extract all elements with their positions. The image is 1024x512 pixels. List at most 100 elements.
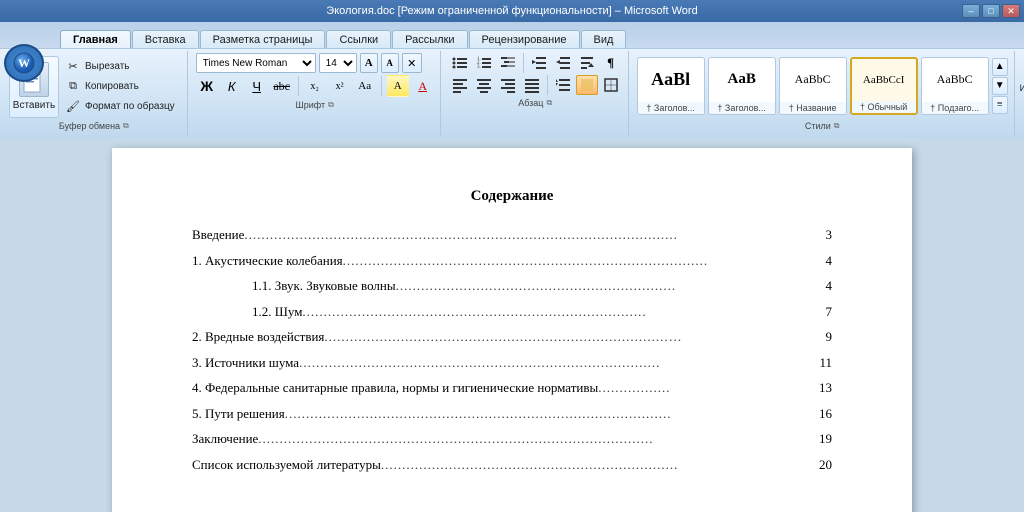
copy-button[interactable]: ⧉ Копировать xyxy=(61,78,179,96)
align-center-button[interactable] xyxy=(473,75,495,95)
font-size-select[interactable]: 14 xyxy=(319,53,357,73)
style-heading2[interactable]: AaB † Заголов... xyxy=(708,57,776,115)
line-spacing-button[interactable] xyxy=(552,75,574,95)
font-name-select[interactable]: Times New Roman xyxy=(196,53,316,73)
shading-button[interactable] xyxy=(576,75,598,95)
tab-view[interactable]: Вид xyxy=(581,30,627,48)
styles-scroll-down[interactable]: ▼ xyxy=(992,77,1008,95)
toc-entry-dots: ........................................… xyxy=(343,251,826,271)
font-grow-button[interactable]: A xyxy=(360,53,378,73)
subscript-button[interactable]: x₂ xyxy=(304,75,326,97)
styles-label: Стили ⧉ xyxy=(637,120,1008,134)
maximize-button[interactable]: □ xyxy=(982,4,1000,18)
toc-entry-page: 13 xyxy=(819,378,832,398)
toc-entry-text: 3. Источники шума xyxy=(192,353,299,373)
style-subtitle-preview: AaBbC xyxy=(935,58,975,102)
toc-entry-text: 2. Вредные воздействия xyxy=(192,327,324,347)
toc-entry-page: 4 xyxy=(826,276,833,296)
toc-entry-text: Заключение xyxy=(192,429,258,449)
clear-format-button[interactable]: ✕ xyxy=(402,53,422,73)
multilevel-list-button[interactable] xyxy=(497,53,519,73)
paragraph-section: 1.2.3. ¶ xyxy=(443,51,629,136)
font-case-button[interactable]: Aa xyxy=(354,75,376,97)
style-heading2-preview: AaB xyxy=(726,58,758,102)
numbering-button[interactable]: 1.2.3. xyxy=(473,53,495,73)
tab-mailing[interactable]: Рассылки xyxy=(392,30,467,48)
toc-entry-text: Введение xyxy=(192,225,244,245)
increase-indent-button[interactable] xyxy=(552,53,574,73)
styles-expand-icon[interactable]: ⧉ xyxy=(834,121,840,131)
paste-label: Вставить xyxy=(13,100,55,111)
tab-home[interactable]: Главная xyxy=(60,30,131,48)
styles-scroll-up[interactable]: ▲ xyxy=(992,58,1008,76)
font-shrink-button[interactable]: A xyxy=(381,53,399,73)
bullets-button[interactable] xyxy=(449,53,471,73)
format-painter-button[interactable]: 🖌 Формат по образцу xyxy=(61,98,179,116)
style-normal-preview: AaBbCcI xyxy=(861,59,907,101)
office-button[interactable]: W xyxy=(4,44,44,82)
para-align-row xyxy=(449,75,622,95)
decrease-indent-button[interactable] xyxy=(528,53,550,73)
paragraph-expand-icon[interactable]: ⧉ xyxy=(546,98,552,108)
font-divider2 xyxy=(381,76,382,96)
font-expand-icon[interactable]: ⧉ xyxy=(328,100,334,110)
borders-button[interactable] xyxy=(600,75,622,95)
toc-entry: 2. Вредные воздействия..................… xyxy=(192,327,832,347)
styles-scroll-more[interactable]: ≡ xyxy=(992,96,1008,114)
toc-entry-text: 1.2. Шум xyxy=(252,302,302,322)
tab-insert[interactable]: Вставка xyxy=(132,30,199,48)
style-subtitle[interactable]: AaBbC † Подзаго... xyxy=(921,57,989,115)
highlight-button[interactable]: A xyxy=(387,75,409,97)
style-heading1-preview: AaBl xyxy=(649,58,692,102)
toc-entry: Заключение..............................… xyxy=(192,429,832,449)
toc-entry-page: 3 xyxy=(826,225,833,245)
toc-entry-dots: ........................................… xyxy=(396,276,826,296)
tab-refs[interactable]: Ссылки xyxy=(326,30,391,48)
toc-entry-dots: ........................................… xyxy=(381,455,819,475)
clipboard-expand-icon[interactable]: ⧉ xyxy=(123,121,129,131)
styles-scroll-controls: ▲ ▼ ≡ xyxy=(992,58,1008,114)
styles-section: AaBl † Заголов... AaB † Заголов... AaBbC… xyxy=(631,51,1015,136)
tab-layout[interactable]: Разметка страницы xyxy=(200,30,326,48)
underline-button[interactable]: Ч xyxy=(246,75,268,97)
toc-entry: Введение................................… xyxy=(192,225,832,245)
clipboard-small-buttons: ✂ Вырезать ⧉ Копировать 🖌 Формат по обра… xyxy=(61,58,179,116)
document-area: Содержание Введение.....................… xyxy=(0,138,1024,512)
bold-button[interactable]: Ж xyxy=(196,75,218,97)
format-painter-icon: 🖌 xyxy=(65,99,81,115)
style-title-label: † Название xyxy=(780,102,846,114)
close-button[interactable]: ✕ xyxy=(1002,4,1020,18)
para-divider2 xyxy=(547,75,548,95)
title-bar: Экология.doc [Режим ограниченной функцио… xyxy=(0,0,1024,22)
cut-button[interactable]: ✂ Вырезать xyxy=(61,58,179,76)
style-subtitle-label: † Подзаго... xyxy=(922,102,988,114)
toc-entry-page: 9 xyxy=(826,327,833,347)
style-normal[interactable]: AaBbCcI † Обычный xyxy=(850,57,918,115)
italic-button[interactable]: К xyxy=(221,75,243,97)
change-styles-button[interactable]: A Изменитьстили ▼ xyxy=(1017,51,1024,113)
superscript-button[interactable]: x² xyxy=(329,75,351,97)
sort-button[interactable] xyxy=(576,53,598,73)
toc-entry: 1. Акустические колебания...............… xyxy=(192,251,832,271)
style-heading1[interactable]: AaBl † Заголов... xyxy=(637,57,705,115)
align-right-button[interactable] xyxy=(497,75,519,95)
align-left-button[interactable] xyxy=(449,75,471,95)
toc-entry-page: 16 xyxy=(819,404,832,424)
toc-entry-text: 4. Федеральные санитарные правила, нормы… xyxy=(192,378,598,398)
styles-row: AaBl † Заголов... AaB † Заголов... AaBbC… xyxy=(637,53,1008,118)
toc-entry-text: 1.1. Звук. Звуковые волны xyxy=(252,276,396,296)
minimize-button[interactable]: – xyxy=(962,4,980,18)
font-color-button[interactable]: A xyxy=(412,75,434,97)
font-name-row: Times New Roman 14 A A ✕ xyxy=(196,53,434,73)
paragraph-label: Абзац ⧉ xyxy=(449,97,622,111)
style-normal-label: † Обычный xyxy=(852,101,916,113)
justify-button[interactable] xyxy=(521,75,543,95)
toc-container: Введение................................… xyxy=(192,225,832,474)
tab-review[interactable]: Рецензирование xyxy=(469,30,580,48)
cut-icon: ✂ xyxy=(65,59,81,75)
show-marks-button[interactable]: ¶ xyxy=(600,53,622,73)
copy-icon: ⧉ xyxy=(65,79,81,95)
style-title[interactable]: AaBbC † Название xyxy=(779,57,847,115)
toc-entry: 1.1. Звук. Звуковые волны...............… xyxy=(192,276,832,296)
strikethrough-button[interactable]: abc xyxy=(271,75,293,97)
